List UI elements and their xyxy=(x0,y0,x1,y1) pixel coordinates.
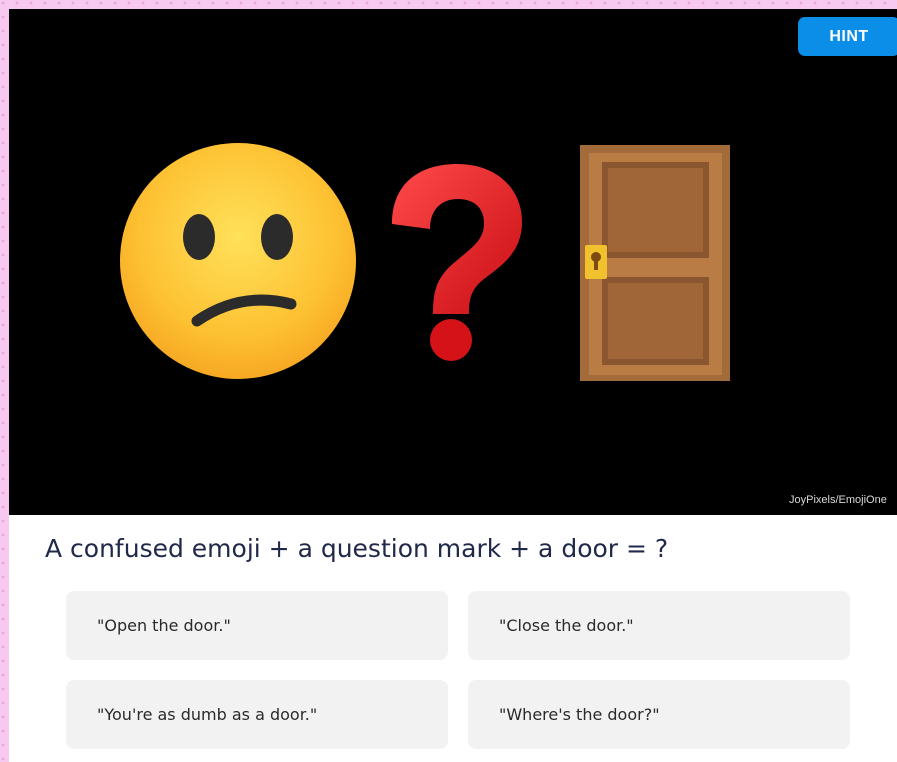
image-credit: JoyPixels/EmojiOne xyxy=(789,494,887,506)
question-mark-icon xyxy=(392,164,522,361)
question-image: HINT JoyPixels/EmojiOne xyxy=(9,9,897,515)
hint-button[interactable]: HINT xyxy=(798,17,897,56)
answer-option-1[interactable]: "Open the door." xyxy=(66,591,448,660)
answer-option-2[interactable]: "Close the door." xyxy=(468,591,850,660)
answer-option-3[interactable]: "You're as dumb as a door." xyxy=(66,680,448,749)
confused-face-icon xyxy=(120,143,356,379)
emoji-illustration xyxy=(120,143,730,381)
answer-option-4[interactable]: "Where's the door?" xyxy=(468,680,850,749)
quiz-card: HINT JoyPixels/EmojiOne A confused emoji… xyxy=(9,9,897,762)
question-text: A confused emoji + a question mark + a d… xyxy=(45,534,669,563)
door-icon xyxy=(580,145,730,381)
